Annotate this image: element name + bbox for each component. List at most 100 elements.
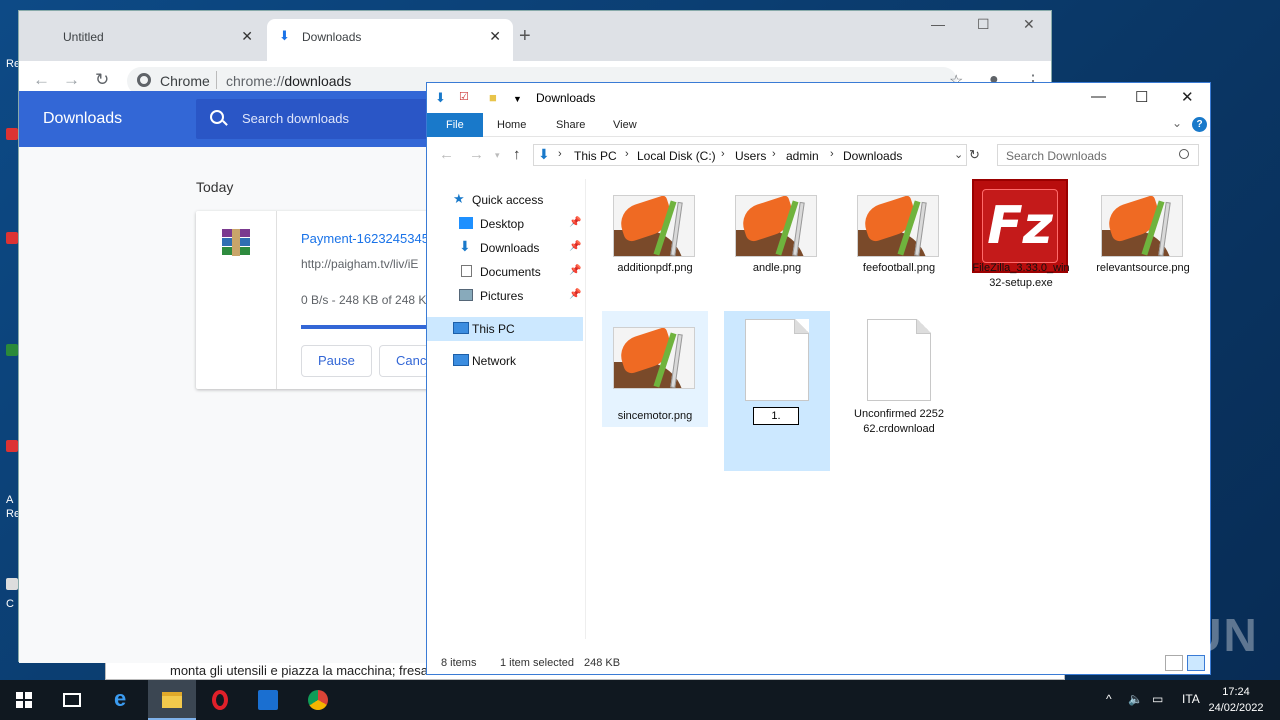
rename-input[interactable]: 1.: [753, 407, 799, 425]
nav-desktop[interactable]: Desktop 📌: [427, 212, 583, 236]
window-title: Downloads: [536, 91, 596, 105]
download-filename-link[interactable]: Payment-1623245345-: [301, 231, 433, 246]
file-name: andle.png: [752, 262, 802, 274]
recent-locations-icon[interactable]: ▾: [495, 150, 500, 161]
breadcrumb-admin[interactable]: admin: [786, 149, 819, 163]
search-placeholder: Search downloads: [242, 111, 349, 126]
search-downloads-field[interactable]: Search Downloads: [997, 144, 1199, 166]
downloads-folder-icon: ⬇: [538, 146, 550, 162]
minimize-button[interactable]: —: [1091, 88, 1106, 105]
taskbar-edge[interactable]: e: [100, 680, 148, 720]
show-hidden-icons-chevron[interactable]: ^: [1106, 692, 1112, 706]
help-icon[interactable]: ?: [1192, 117, 1207, 132]
nav-quick-access[interactable]: ★ Quick access: [427, 188, 583, 212]
back-arrow-icon[interactable]: ←: [33, 70, 50, 90]
pin-icon[interactable]: 📌: [569, 265, 581, 276]
filezilla-icon: Fz: [972, 179, 1068, 273]
new-tab-button[interactable]: +: [519, 25, 531, 48]
maximize-button[interactable]: ☐: [1135, 88, 1148, 106]
file-list: additionpdf.png andle.png feefootball.pn…: [597, 179, 1207, 649]
document-text: monta gli utensili e piazza la macchina;…: [170, 663, 439, 678]
breadcrumb-this-pc[interactable]: This PC: [574, 149, 617, 163]
search-icon: [210, 110, 224, 124]
tab-downloads[interactable]: ⬇ Downloads ✕: [267, 19, 513, 61]
file-item[interactable]: sincemotor.png: [602, 311, 708, 427]
ribbon-tab-share[interactable]: Share: [556, 119, 585, 131]
file-item[interactable]: relevantsource.png: [1090, 179, 1196, 305]
nav-network[interactable]: Network: [427, 349, 583, 373]
winrar-archive-icon: [220, 229, 252, 257]
close-tab-icon[interactable]: ✕: [489, 28, 501, 45]
selection-count: 1 item selected: [500, 657, 574, 669]
clock-time: 17:24: [1222, 686, 1250, 698]
desktop-icon-label[interactable]: A: [6, 494, 13, 506]
site-label: Chrome: [160, 73, 210, 89]
address-dropdown-icon[interactable]: ⌄: [954, 148, 963, 161]
refresh-icon[interactable]: ↻: [969, 147, 980, 163]
download-status: 0 B/s - 248 KB of 248 K: [301, 293, 427, 307]
nav-this-pc[interactable]: This PC: [427, 317, 583, 341]
new-folder-icon[interactable]: ■: [489, 90, 497, 105]
ribbon-tab-home[interactable]: Home: [497, 119, 526, 131]
customize-toolbar-icon[interactable]: ▼: [513, 94, 522, 104]
address-bar[interactable]: ⬇ › This PC › Local Disk (C:) › Users › …: [533, 144, 967, 166]
close-tab-icon[interactable]: ✕: [241, 28, 253, 45]
pictures-icon: [459, 289, 473, 301]
taskbar-file-explorer[interactable]: [148, 680, 196, 720]
back-arrow-icon[interactable]: ←: [439, 146, 454, 163]
page-title: Downloads: [43, 110, 123, 127]
date-section-heading: Today: [196, 179, 234, 195]
close-window-button[interactable]: ✕: [1181, 88, 1194, 106]
volume-icon[interactable]: 🔈: [1128, 692, 1143, 706]
file-item[interactable]: feefootball.png: [846, 179, 952, 305]
pin-icon[interactable]: 📌: [569, 289, 581, 300]
forward-arrow-icon[interactable]: →: [469, 146, 484, 163]
breadcrumb-local-disk[interactable]: Local Disk (C:): [637, 149, 716, 163]
taskbar-opera[interactable]: [196, 680, 244, 720]
selection-size: 248 KB: [584, 657, 621, 669]
up-arrow-icon[interactable]: ↑: [513, 146, 521, 163]
tab-strip: Untitled ✕ ⬇ Downloads ✕ + — ☐ ✕: [19, 11, 1051, 61]
image-thumbnail-icon: [1101, 195, 1183, 257]
chrome-icon: [308, 690, 328, 710]
ribbon-tab-view[interactable]: View: [613, 119, 637, 131]
nav-documents[interactable]: Documents 📌: [427, 260, 583, 284]
file-name: FileZilla_3.33.0_win32-setup.exe: [972, 262, 1070, 289]
file-item[interactable]: andle.png: [724, 179, 830, 305]
input-language[interactable]: ITA: [1182, 692, 1200, 706]
download-arrow-icon[interactable]: ⬇: [435, 90, 446, 106]
ribbon-tab-file[interactable]: File: [427, 113, 483, 137]
pause-button[interactable]: Pause: [301, 345, 372, 377]
chrome-icon: [137, 73, 151, 87]
file-item[interactable]: Fz FileZilla_3.33.0_win32-setup.exe: [968, 179, 1074, 305]
taskbar-chrome[interactable]: [294, 680, 342, 720]
nav-pictures[interactable]: Pictures 📌: [427, 284, 583, 308]
image-thumbnail-icon: [613, 327, 695, 389]
nav-downloads[interactable]: ⬇ Downloads 📌: [427, 236, 583, 260]
forward-arrow-icon[interactable]: →: [63, 70, 80, 90]
file-name: Unconfirmed 225262.crdownload: [854, 408, 944, 435]
close-window-button[interactable]: ✕: [1023, 16, 1035, 33]
breadcrumb-users[interactable]: Users: [735, 149, 766, 163]
file-item-selected[interactable]: 1.: [724, 311, 830, 471]
taskbar-outlook[interactable]: [244, 680, 292, 720]
maximize-button[interactable]: ☐: [977, 16, 990, 33]
breadcrumb-downloads[interactable]: Downloads: [843, 149, 902, 163]
minimize-button[interactable]: —: [931, 16, 945, 32]
pin-icon[interactable]: 📌: [569, 241, 581, 252]
system-clock[interactable]: 17:24 24/02/2022: [1206, 684, 1266, 716]
reload-icon[interactable]: ↻: [95, 70, 109, 90]
properties-icon[interactable]: ☑: [459, 90, 469, 103]
expand-ribbon-chevron-icon[interactable]: ⌄: [1172, 116, 1182, 130]
desktop-icon-label[interactable]: C: [6, 598, 14, 610]
image-thumbnail-icon: [857, 195, 939, 257]
start-button[interactable]: [0, 680, 48, 720]
tab-untitled[interactable]: Untitled ✕: [19, 19, 265, 61]
task-view-button[interactable]: [48, 680, 96, 720]
file-name: feefootball.png: [862, 262, 936, 274]
file-item[interactable]: Unconfirmed 225262.crdownload: [846, 311, 952, 451]
download-source-url[interactable]: http://paigham.tv/liv/iE: [301, 257, 418, 271]
network-status-icon[interactable]: ▭: [1152, 692, 1163, 706]
file-item[interactable]: additionpdf.png: [602, 179, 708, 305]
pin-icon[interactable]: 📌: [569, 217, 581, 228]
